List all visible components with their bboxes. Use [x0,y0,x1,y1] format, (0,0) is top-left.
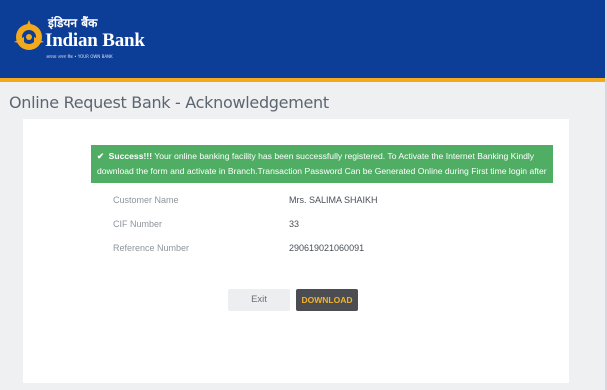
cif-number-label: CIF Number [113,219,163,229]
indian-bank-logo[interactable]: इंडियन बैंक Indian Bank आपका अपना बैंक •… [12,16,145,64]
customer-name-label: Customer Name [113,195,179,205]
alert-title: Success!!! [108,151,153,161]
reference-number-value: 290619021060091 [289,243,365,253]
customer-name-value: Mrs. SALIMA SHAIKH [289,195,378,205]
bank-tagline: आपका अपना बैंक • YOUR OWN BANK [46,54,113,59]
bank-name-hindi: इंडियन बैंक [48,16,98,30]
bank-name-english: Indian Bank [45,30,145,51]
download-button[interactable]: DOWNLOAD [296,289,358,311]
site-header: इंडियन बैंक Indian Bank आपका अपना बैंक •… [0,0,607,78]
cif-number-value: 33 [289,219,300,229]
header-accent-stripe [0,78,607,82]
success-alert: ✔ Success!!! Your online banking facilit… [91,145,553,191]
reference-number-label: Reference Number [113,243,190,253]
bank-emblem-icon [14,20,44,50]
check-icon: ✔ [97,151,105,161]
page-title: Online Request Bank - Acknowledgement [9,93,329,112]
exit-button[interactable]: Exit [228,289,290,311]
